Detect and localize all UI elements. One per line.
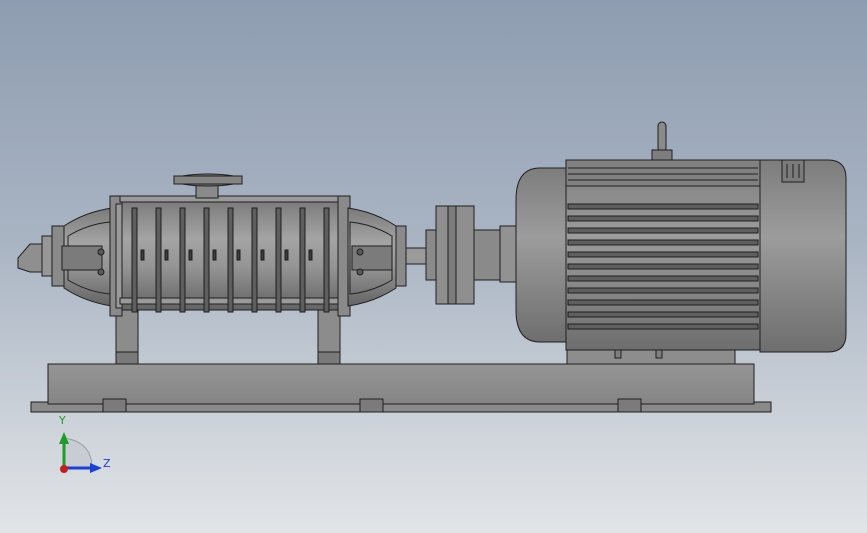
base-frame bbox=[30, 363, 772, 413]
y-axis-label: Y bbox=[59, 414, 66, 427]
cad-viewport[interactable]: Y Z bbox=[0, 0, 867, 533]
pump-feet bbox=[115, 307, 341, 365]
y-axis-arrowhead bbox=[59, 432, 69, 444]
coordinate-triad bbox=[59, 432, 102, 473]
z-axis-arrowhead bbox=[90, 463, 102, 473]
flexible-coupling bbox=[425, 205, 519, 305]
pump-assembly-model bbox=[17, 121, 847, 473]
x-axis-dot bbox=[60, 465, 68, 473]
electric-motor bbox=[515, 121, 847, 353]
z-axis-label: Z bbox=[103, 457, 111, 470]
multistage-pump bbox=[17, 173, 431, 317]
